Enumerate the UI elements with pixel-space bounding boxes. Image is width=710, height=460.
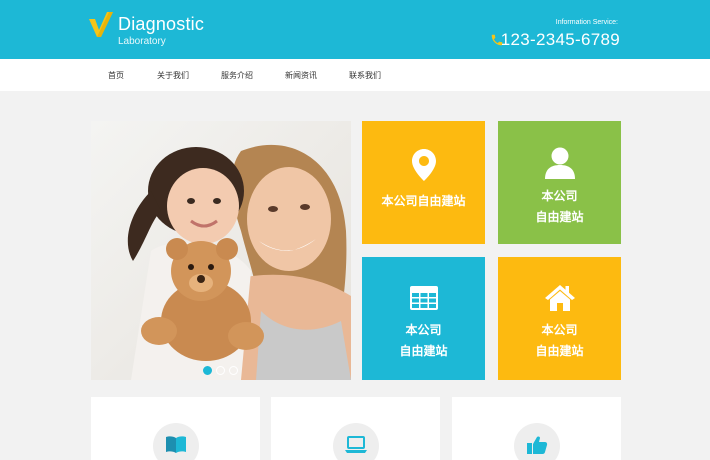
feature-card-3-icon-circle	[513, 423, 560, 460]
feature-card-2[interactable]	[271, 397, 440, 460]
laptop-icon	[344, 436, 367, 453]
tile-home-text-1: 本公司	[541, 323, 578, 337]
tile-table[interactable]: 本公司 自由建站	[362, 257, 485, 380]
nav-item-contact[interactable]: 联系我们	[349, 70, 381, 81]
slider-dot-2[interactable]	[216, 366, 225, 375]
tile-user-text-2: 自由建站	[535, 210, 584, 224]
tile-user-text-1: 本公司	[541, 189, 578, 203]
logo-title[interactable]: Diagnostic	[118, 14, 204, 35]
tile-home-text-2: 自由建站	[535, 344, 584, 358]
nav-item-services[interactable]: 服务介绍	[221, 70, 253, 81]
info-service-label: Information Service:	[555, 19, 618, 26]
header-bar: Diagnostic Laboratory Information Servic…	[0, 0, 710, 59]
tile-location[interactable]: 本公司自由建站	[362, 121, 485, 244]
tile-home[interactable]: 本公司 自由建站	[498, 257, 621, 380]
tile-table-text-2: 自由建站	[399, 344, 448, 358]
tile-location-text: 本公司自由建站	[381, 194, 466, 208]
phone-number[interactable]: 123-2345-6789	[501, 30, 620, 50]
feature-card-2-icon-circle	[332, 423, 379, 460]
tile-table-text-1: 本公司	[405, 323, 442, 337]
slider-dot-1[interactable]	[203, 366, 212, 375]
nav-item-home[interactable]: 首页	[108, 70, 124, 81]
home-icon	[544, 285, 575, 311]
slider-pagination	[203, 366, 243, 375]
check-logo-icon	[89, 12, 113, 37]
mother-and-daughter-photo	[91, 121, 351, 380]
map-pin-icon	[411, 149, 436, 181]
nav-item-about[interactable]: 关于我们	[157, 70, 189, 81]
thumbs-up-icon	[526, 436, 547, 454]
nav-item-news[interactable]: 新闻资讯	[285, 70, 317, 81]
slider-dot-3[interactable]	[229, 366, 238, 375]
feature-card-1[interactable]	[91, 397, 260, 460]
hero-slider[interactable]	[91, 121, 351, 380]
book-icon	[165, 436, 186, 453]
user-icon	[544, 147, 575, 179]
feature-card-3[interactable]	[452, 397, 621, 460]
table-icon	[409, 286, 438, 310]
tile-user[interactable]: 本公司 自由建站	[498, 121, 621, 244]
main-nav: 首页 关于我们 服务介绍 新闻资讯 联系我们	[0, 59, 710, 91]
logo-subtitle: Laboratory	[118, 36, 166, 47]
feature-card-1-icon-circle	[152, 423, 199, 460]
